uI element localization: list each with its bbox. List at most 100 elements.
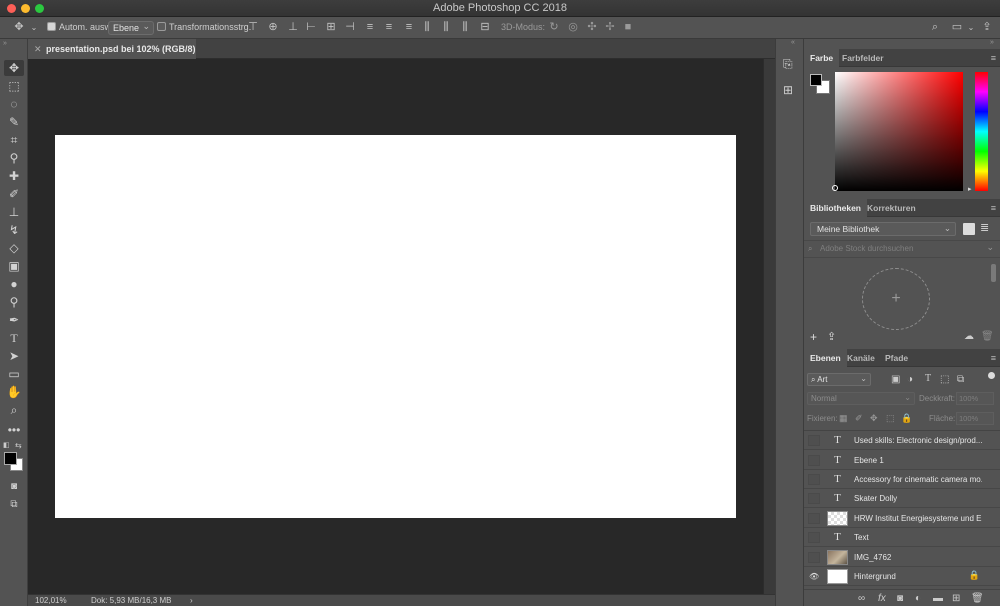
layer-row[interactable]: T Used skills: Electronic design/prod... (804, 431, 1000, 450)
3d-pan-icon[interactable]: ✣ (585, 20, 599, 35)
collapse-toolbox-icon[interactable]: » (3, 40, 7, 47)
3d-roll-icon[interactable]: ◎ (566, 20, 580, 35)
opacity-field[interactable]: 100% (956, 392, 994, 405)
color-foreground-swatch[interactable] (810, 74, 822, 86)
add-mask-icon[interactable]: ◙ (897, 593, 903, 604)
3d-slide-icon[interactable]: ✢ (603, 20, 617, 35)
tab-korrekturen[interactable]: Korrekturen (861, 199, 922, 217)
visibility-toggle[interactable] (808, 474, 820, 485)
history-brush-tool-icon[interactable]: ↯ (4, 222, 24, 238)
search-icon[interactable]: ⌕ (928, 20, 942, 35)
layer-row[interactable]: T Ebene 1 (804, 451, 1000, 470)
filter-adjustment-icon[interactable]: ◑ (907, 374, 913, 385)
path-selection-tool-icon[interactable]: ➤ (4, 348, 24, 364)
visibility-toggle[interactable] (808, 513, 820, 524)
distribute-right-icon[interactable]: ⫼ (458, 20, 472, 35)
filter-pixel-icon[interactable]: ▣ (891, 374, 900, 385)
document-tab[interactable]: ✕ presentation.psd bei 102% (RGB/8) * (28, 39, 196, 74)
status-menu-icon[interactable]: › (190, 595, 193, 606)
eraser-tool-icon[interactable]: ◇ (4, 240, 24, 256)
healing-brush-tool-icon[interactable]: ✚ (4, 168, 24, 184)
3d-orbit-icon[interactable]: ↻ (547, 20, 561, 35)
layer-style-icon[interactable]: fx (878, 593, 886, 604)
gradient-tool-icon[interactable]: ▣ (4, 258, 24, 274)
delete-layer-icon[interactable]: 🗑 (971, 593, 984, 604)
share-icon[interactable]: ⇪ (980, 20, 994, 35)
3d-scale-icon[interactable]: ■ (621, 20, 635, 35)
lock-pixels-icon[interactable]: ✐ (855, 413, 863, 424)
new-layer-icon[interactable]: ⊞ (952, 593, 960, 604)
marquee-tool-icon[interactable]: ⬚ (4, 78, 24, 94)
pen-tool-icon[interactable]: ✒ (4, 312, 24, 328)
lasso-tool-icon[interactable]: ◌ (4, 96, 24, 112)
more-tools-icon[interactable]: ••• (4, 422, 24, 438)
filter-smart-object-icon[interactable]: ⧉ (957, 374, 964, 385)
tab-bibliotheken[interactable]: Bibliotheken (804, 199, 868, 217)
creative-cloud-icon[interactable]: ☁ (964, 331, 974, 342)
layer-filter-dropdown[interactable]: ⌕ Art ⌄ (807, 373, 871, 386)
transform-controls-checkbox[interactable]: Transformationsstrg. (157, 20, 251, 35)
move-tool-icon[interactable]: ✥ (4, 60, 24, 76)
layer-row[interactable]: T Skater Dolly (804, 489, 1000, 508)
list-view-icon[interactable]: ≣ (980, 221, 989, 234)
lock-all-icon[interactable]: 🔒 (901, 413, 912, 424)
new-group-icon[interactable]: ▬ (933, 593, 943, 604)
trash-icon[interactable]: 🗑 (981, 331, 994, 342)
close-window-button[interactable] (7, 4, 16, 13)
new-adjustment-icon[interactable]: ◐ (915, 593, 921, 604)
clone-stamp-tool-icon[interactable]: ⊥ (4, 204, 24, 220)
visibility-toggle[interactable] (808, 435, 820, 446)
align-top-icon[interactable]: ⊤ (246, 20, 260, 35)
visibility-toggle[interactable] (808, 493, 820, 504)
grid-view-icon[interactable] (963, 223, 975, 235)
foreground-color-swatch[interactable] (4, 452, 17, 465)
library-scrollbar[interactable] (991, 264, 996, 282)
swap-colors-icon[interactable]: ⇆ (15, 441, 22, 450)
align-bottom-icon[interactable]: ⊥ (286, 20, 300, 35)
quick-selection-tool-icon[interactable]: ✎ (4, 114, 24, 130)
close-tab-icon[interactable]: ✕ (34, 39, 42, 59)
blur-tool-icon[interactable]: ● (4, 276, 24, 292)
tab-farbfelder[interactable]: Farbfelder (836, 49, 890, 67)
minimize-window-button[interactable] (21, 4, 30, 13)
expand-dock-icon[interactable]: « (791, 39, 795, 46)
layer-row[interactable]: T Text (804, 528, 1000, 547)
hand-tool-icon[interactable]: ✋ (4, 384, 24, 400)
eye-icon[interactable]: 👁 (808, 571, 820, 582)
visibility-toggle[interactable] (808, 532, 820, 543)
quick-mask-icon[interactable]: ◙ (4, 479, 24, 495)
upload-icon[interactable]: ⇪ (827, 330, 836, 343)
panel-menu-icon[interactable]: ≡ (991, 203, 996, 213)
auto-select-target-dropdown[interactable]: Ebene (108, 20, 155, 35)
tab-farbe[interactable]: Farbe (804, 49, 840, 67)
workspace-icon[interactable]: ▭ (950, 20, 964, 35)
filter-type-icon[interactable]: T (925, 373, 931, 384)
filter-shape-icon[interactable]: ⬚ (940, 374, 949, 385)
chevron-down-icon[interactable]: ⌄ (964, 20, 978, 35)
type-tool-icon[interactable]: T (4, 330, 24, 346)
lock-artboard-icon[interactable]: ⬚ (886, 413, 895, 424)
panel-menu-icon[interactable]: ≡ (991, 353, 996, 363)
move-tool-preset-icon[interactable]: ✥ (12, 20, 26, 35)
distribute-left-icon[interactable]: ⫼ (420, 20, 434, 35)
align-left-icon[interactable]: ⊢ (304, 20, 318, 35)
align-vertical-center-icon[interactable]: ⊕ (266, 20, 280, 35)
tab-pfade[interactable]: Pfade (879, 349, 914, 367)
history-panel-icon[interactable]: ⎘ (783, 57, 793, 72)
visibility-toggle[interactable] (808, 455, 820, 466)
dodge-tool-icon[interactable]: ⚲ (4, 294, 24, 310)
visibility-toggle[interactable] (808, 552, 820, 563)
vertical-scrollbar[interactable] (763, 59, 775, 594)
chevron-down-icon[interactable]: ⌄ (27, 20, 41, 35)
distribute-hcenter-icon[interactable]: ⫼ (439, 20, 453, 35)
library-dropdown[interactable]: Meine Bibliothek ⌄ (810, 222, 956, 236)
align-horizontal-center-icon[interactable]: ⊞ (324, 20, 338, 35)
collapse-panels-icon[interactable]: » (990, 39, 994, 46)
distribute-top-icon[interactable]: ≡ (363, 20, 377, 35)
tab-kanaele[interactable]: Kanäle (841, 349, 881, 367)
brush-tool-icon[interactable]: ✐ (4, 186, 24, 202)
layer-row[interactable]: T Accessory for cinematic camera mo... (804, 470, 1000, 489)
screen-mode-icon[interactable]: ⧉ (4, 497, 24, 513)
distribute-vcenter-icon[interactable]: ≡ (382, 20, 396, 35)
distribute-bottom-icon[interactable]: ≡ (402, 20, 416, 35)
